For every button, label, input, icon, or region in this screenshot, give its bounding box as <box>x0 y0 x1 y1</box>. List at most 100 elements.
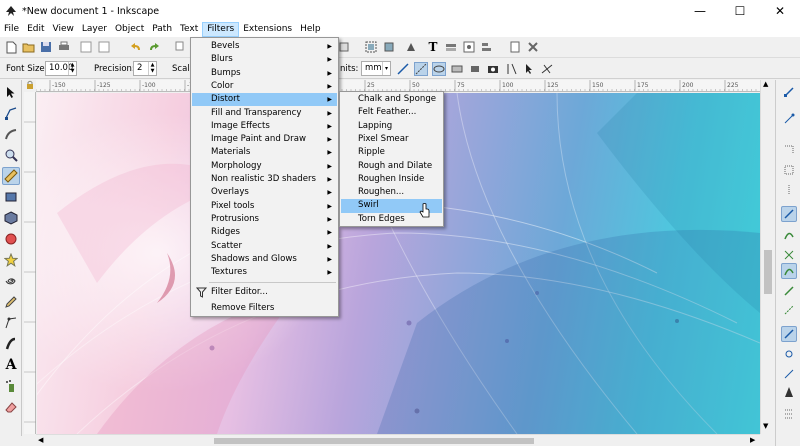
rectangle-tool-icon[interactable] <box>2 188 20 206</box>
font-size-input[interactable]: 10.00 ▲ ▼ <box>45 61 77 76</box>
fill-stroke-icon[interactable] <box>404 40 418 54</box>
scroll-up-arrow-icon[interactable]: ▲ <box>763 80 768 88</box>
preferences-icon[interactable] <box>526 40 540 54</box>
align-distribute-icon[interactable] <box>480 40 494 54</box>
distort-menu-item-lapping[interactable]: Lapping <box>341 120 442 133</box>
snap-bbox-icon[interactable] <box>781 111 797 127</box>
distort-menu-item-pixel-smear[interactable]: Pixel Smear <box>341 133 442 146</box>
redo-icon[interactable] <box>147 40 161 54</box>
calligraphy-tool-icon[interactable] <box>2 335 20 353</box>
export-icon[interactable] <box>97 40 111 54</box>
snap-bbox-corner-icon[interactable] <box>781 162 797 178</box>
filters-menu-item-distort[interactable]: Distort ▶ <box>192 93 337 107</box>
minimize-button[interactable]: — <box>680 0 720 22</box>
distort-menu-item-roughen[interactable]: Roughen... <box>341 186 442 199</box>
spiral-tool-icon[interactable] <box>2 272 20 290</box>
snap-centers-icon[interactable] <box>781 326 797 342</box>
snap-nodes-icon[interactable] <box>781 206 797 222</box>
distort-menu-item-roughen-inside[interactable]: Roughen Inside <box>341 173 442 186</box>
horizontal-scroll-thumb[interactable] <box>214 438 534 444</box>
snap-grid-icon[interactable] <box>781 406 797 422</box>
horizontal-scrollbar[interactable]: ◀ ▶ <box>36 434 760 446</box>
precision-input[interactable]: 2 ▲ ▼ <box>133 61 157 76</box>
filters-menu-item-fill-and-transparency[interactable]: Fill and Transparency ▶ <box>192 107 337 120</box>
filters-menu-item-materials[interactable]: Materials ▶ <box>192 146 337 159</box>
filters-menu-item-non-realistic-3d-shaders[interactable]: Non realistic 3D shaders ▶ <box>192 173 337 186</box>
distort-menu-item-chalk-and-sponge[interactable]: Chalk and Sponge <box>341 93 442 106</box>
measure-tool-icon[interactable] <box>2 167 20 185</box>
measure-all-layers-icon[interactable] <box>450 62 464 76</box>
menu-file[interactable]: File <box>0 22 23 37</box>
menu-layer[interactable]: Layer <box>78 22 111 37</box>
camera-icon[interactable] <box>486 62 500 76</box>
snap-text-baseline-icon[interactable] <box>781 366 797 382</box>
distort-menu-item-felt-feather[interactable]: Felt Feather... <box>341 106 442 119</box>
snap-rotation-center-icon[interactable] <box>781 346 797 362</box>
save-icon[interactable] <box>39 40 53 54</box>
distort-menu-item-ripple[interactable]: Ripple <box>341 146 442 159</box>
snap-midpoints-icon[interactable] <box>781 302 797 318</box>
scroll-right-arrow-icon[interactable]: ▶ <box>750 436 755 444</box>
menu-text[interactable]: Text <box>176 22 202 37</box>
filters-menu-item-textures[interactable]: Textures ▶ <box>192 266 337 279</box>
snap-toggle-icon[interactable] <box>781 84 797 100</box>
vertical-scrollbar[interactable]: ▲ ▼ <box>760 80 774 434</box>
text-tool-icon[interactable]: A <box>2 356 20 374</box>
group-icon[interactable] <box>364 40 378 54</box>
filters-menu-item-morphology[interactable]: Morphology ▶ <box>192 160 337 173</box>
menu-help[interactable]: Help <box>296 22 325 37</box>
vertical-ruler[interactable] <box>24 92 36 434</box>
selector-tool-icon[interactable] <box>2 83 20 101</box>
scroll-down-arrow-icon[interactable]: ▼ <box>763 422 768 430</box>
zoom-tool-icon[interactable] <box>2 146 20 164</box>
snap-cusp-nodes-icon[interactable] <box>781 263 797 279</box>
eraser-tool-icon[interactable] <box>2 398 20 416</box>
ruler-corner-lock-icon[interactable] <box>24 80 36 92</box>
font-size-spinner-icon[interactable]: ▲ ▼ <box>68 62 76 75</box>
convert-to-item-icon[interactable] <box>540 62 554 76</box>
menu-extensions[interactable]: Extensions <box>239 22 296 37</box>
pencil-tool-icon[interactable] <box>2 293 20 311</box>
ellipse-tool-icon[interactable] <box>2 230 20 248</box>
filters-menu-item-scatter[interactable]: Scatter ▶ <box>192 240 337 253</box>
filters-menu-item-pixel-tools[interactable]: Pixel tools ▶ <box>192 200 337 213</box>
pointer-icon[interactable] <box>522 62 536 76</box>
maximize-button[interactable]: ☐ <box>720 0 760 22</box>
filters-menu-item-ridges[interactable]: Ridges ▶ <box>192 226 337 239</box>
xml-editor-icon[interactable] <box>462 40 476 54</box>
snap-smooth-nodes-icon[interactable] <box>781 283 797 299</box>
snap-bbox-midpoint-icon[interactable] <box>781 182 797 198</box>
menu-edit[interactable]: Edit <box>23 22 48 37</box>
print-icon[interactable] <box>57 40 71 54</box>
3d-box-tool-icon[interactable] <box>2 209 20 227</box>
precision-spinner-icon[interactable]: ▲ ▼ <box>148 62 156 75</box>
measure-to-guides-icon[interactable] <box>504 62 518 76</box>
menu-filters[interactable]: Filters <box>202 22 240 37</box>
node-tool-icon[interactable] <box>2 104 20 122</box>
pen-tool-icon[interactable] <box>2 314 20 332</box>
star-tool-icon[interactable] <box>2 251 20 269</box>
filters-menu-item-bevels[interactable]: Bevels ▶ <box>192 40 337 53</box>
filters-menu-item-blurs[interactable]: Blurs ▶ <box>192 53 337 66</box>
filter-editor-menu-item[interactable]: Filter Editor... <box>192 286 337 299</box>
open-folder-icon[interactable] <box>21 40 35 54</box>
filters-menu-item-bumps[interactable]: Bumps ▶ <box>192 67 337 80</box>
filters-menu-item-shadows-and-glows[interactable]: Shadows and Glows ▶ <box>192 253 337 266</box>
new-document-icon[interactable] <box>4 40 18 54</box>
snap-bbox-edge-icon[interactable] <box>781 142 797 158</box>
filters-menu-item-protrusions[interactable]: Protrusions ▶ <box>192 213 337 226</box>
close-button[interactable]: ✕ <box>760 0 800 22</box>
units-dropdown-icon[interactable]: ▾ <box>382 62 390 75</box>
menu-view[interactable]: View <box>49 22 78 37</box>
measure-line-icon[interactable] <box>396 62 410 76</box>
measure-hidden-icon[interactable] <box>432 62 446 76</box>
document-properties-icon[interactable] <box>508 40 522 54</box>
spray-tool-icon[interactable] <box>2 377 20 395</box>
scroll-left-arrow-icon[interactable]: ◀ <box>38 436 43 444</box>
snap-page-icon[interactable] <box>781 384 797 400</box>
copy-icon[interactable] <box>174 40 188 54</box>
measure-reverse-icon[interactable] <box>468 62 482 76</box>
filters-menu-item-color[interactable]: Color ▶ <box>192 80 337 93</box>
measure-segments-icon[interactable] <box>414 62 428 76</box>
filters-menu-item-image-effects[interactable]: Image Effects ▶ <box>192 120 337 133</box>
